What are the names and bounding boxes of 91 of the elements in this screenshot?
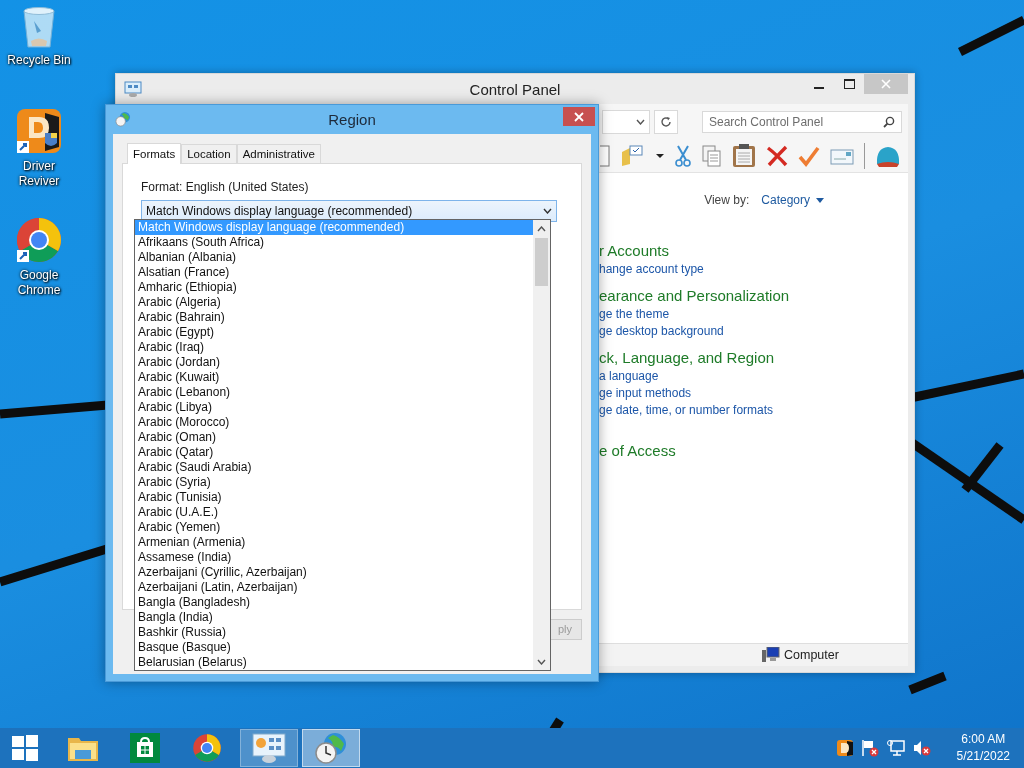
list-item[interactable]: Arabic (U.A.E.) [135, 505, 533, 520]
scroll-down-icon[interactable] [537, 658, 546, 665]
control-panel-icon [252, 733, 286, 763]
list-item[interactable]: Arabic (Libya) [135, 400, 533, 415]
minimize-icon [814, 86, 824, 89]
list-item[interactable]: Azerbaijani (Latin, Azerbaijan) [135, 580, 533, 595]
list-item[interactable]: Arabic (Yemen) [135, 520, 533, 535]
category-link[interactable]: a language [599, 368, 908, 385]
driver-icon [15, 107, 63, 155]
search-placeholder: Search Control Panel [709, 115, 824, 129]
list-item[interactable]: Arabic (Tunisia) [135, 490, 533, 505]
chrome-icon [15, 216, 63, 264]
status-text: Computer [784, 648, 839, 662]
refresh-icon [660, 116, 672, 128]
list-item[interactable]: Bangla (Bangladesh) [135, 595, 533, 610]
category-heading[interactable]: earance and Personalization [599, 286, 908, 306]
tab[interactable]: Formats [127, 143, 182, 164]
list-item[interactable]: Afrikaans (South Africa) [135, 235, 533, 250]
list-item[interactable]: Arabic (Syria) [135, 475, 533, 490]
scroll-thumb[interactable] [535, 238, 548, 286]
speaker-muted-icon[interactable] [912, 739, 931, 757]
chevron-icon [543, 208, 552, 214]
close-icon [574, 111, 584, 122]
category-heading[interactable]: r Accounts [599, 241, 908, 261]
windows-logo-icon [12, 735, 38, 761]
list-item[interactable]: Arabic (Algeria) [135, 295, 533, 310]
computer-icon [762, 647, 780, 663]
format-label: Format: English (United States) [141, 180, 310, 194]
flag-icon[interactable] [860, 739, 879, 757]
list-item[interactable]: Arabic (Bahrain) [135, 310, 533, 325]
control-panel-icon [124, 81, 142, 97]
dialog-title: Region [328, 111, 376, 128]
delete-icon[interactable] [766, 145, 788, 167]
clock[interactable]: 6:00 AM 5/21/2022 [956, 731, 1010, 765]
tab[interactable]: Location [181, 144, 237, 163]
shopping-bag-icon [130, 733, 160, 763]
scissors-icon[interactable] [674, 144, 692, 168]
category-link[interactable]: ge the theme [599, 306, 908, 323]
copy-icon[interactable] [702, 144, 722, 168]
clock-date: 5/21/2022 [956, 748, 1010, 765]
globe-clock-icon [314, 732, 348, 764]
list-item[interactable]: Armenian (Armenia) [135, 535, 533, 550]
list-item[interactable]: Arabic (Jordan) [135, 355, 533, 370]
list-item[interactable]: Alsatian (France) [135, 265, 533, 280]
list-item[interactable]: Basque (Basque) [135, 640, 533, 655]
close-icon [881, 79, 891, 89]
taskbar-button[interactable] [302, 729, 360, 767]
card-icon[interactable] [830, 146, 854, 166]
format-dropdown[interactable]: Match Windows display language (recommended) [141, 200, 557, 222]
checkmark-icon[interactable] [798, 145, 820, 167]
list-item[interactable]: Belarusian (Belarus) [135, 655, 533, 670]
list-item[interactable]: Albanian (Albania) [135, 250, 533, 265]
close-button[interactable] [563, 107, 595, 126]
list-item[interactable]: Azerbaijani (Cyrillic, Azerbaijan) [135, 565, 533, 580]
list-item[interactable]: Amharic (Ethiopia) [135, 280, 533, 295]
recycle-bin-icon [21, 5, 57, 49]
caret-icon [816, 197, 824, 203]
category-heading[interactable]: e of Access [599, 441, 908, 461]
clipboard-icon[interactable] [732, 144, 756, 168]
clock-time: 6:00 AM [961, 731, 1006, 748]
list-item[interactable]: Arabic (Morocco) [135, 415, 533, 430]
list-item[interactable]: Arabic (Saudi Arabia) [135, 460, 533, 475]
category-heading[interactable]: ck, Language, and Region [599, 348, 908, 368]
maximize-icon [843, 79, 855, 89]
list-item[interactable]: Arabic (Iraq) [135, 340, 533, 355]
list-item[interactable]: Arabic (Egypt) [135, 325, 533, 340]
view-by-dropdown[interactable]: Category [761, 193, 824, 207]
caret-icon[interactable] [656, 153, 664, 159]
network-icon[interactable] [886, 739, 905, 757]
list-item[interactable]: Assamese (India) [135, 550, 533, 565]
list-item[interactable]: Arabic (Qatar) [135, 445, 533, 460]
list-item[interactable]: Arabic (Lebanon) [135, 385, 533, 400]
view-by-label: View by: [704, 193, 750, 207]
driver-tray-icon[interactable] [836, 739, 853, 757]
taskbar-button[interactable] [240, 729, 298, 767]
tab[interactable]: Administrative [236, 144, 321, 163]
list-item[interactable]: Arabic (Kuwait) [135, 370, 533, 385]
globe-clock-icon [115, 111, 131, 127]
scroll-up-icon[interactable] [537, 225, 546, 232]
scrollbar[interactable] [533, 220, 550, 670]
category-link[interactable]: hange account type [599, 261, 908, 278]
category-link[interactable]: ge input methods [599, 385, 908, 402]
search-icon [883, 116, 895, 128]
category-link[interactable]: ge desktop background [599, 323, 908, 340]
refresh-button[interactable] [654, 110, 678, 134]
list-item[interactable]: Arabic (Oman) [135, 430, 533, 445]
window-title: Control Panel [469, 80, 561, 98]
folder-icon[interactable] [620, 144, 646, 168]
search-field[interactable]: Search Control Panel [702, 111, 902, 133]
category-link[interactable]: ge date, time, or number formats [599, 402, 908, 419]
chrome-icon [192, 733, 222, 763]
